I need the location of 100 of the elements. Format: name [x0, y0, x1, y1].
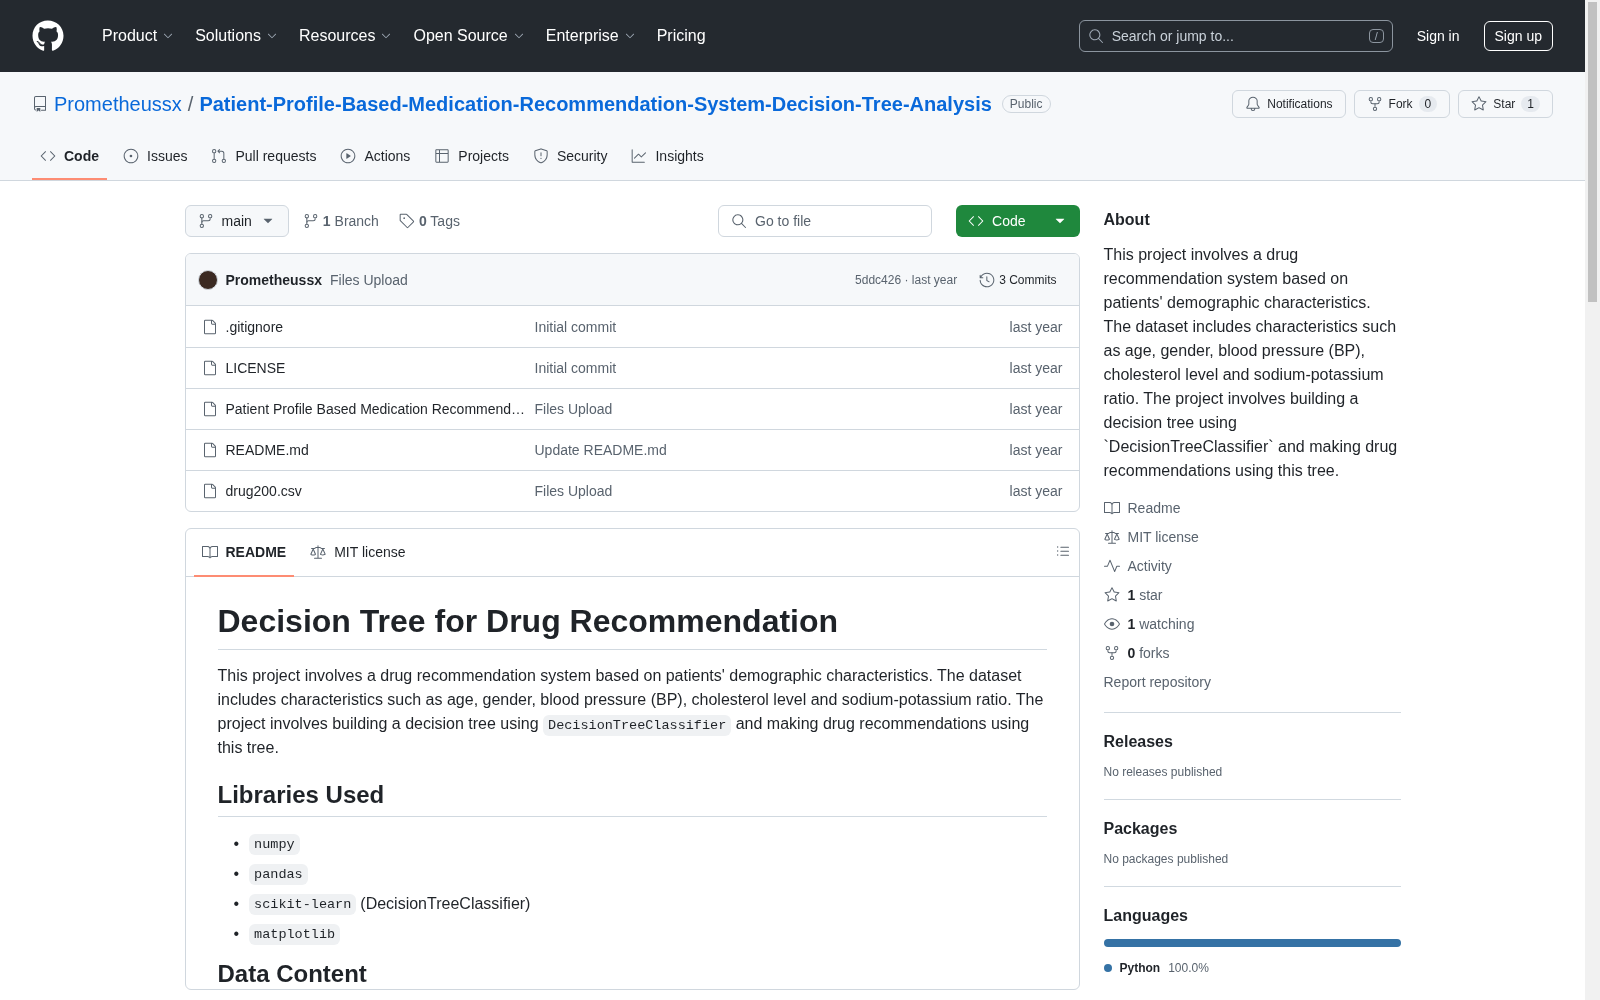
file-icon — [201, 442, 218, 458]
book-icon — [201, 543, 218, 560]
commit-message[interactable]: Initial commit — [534, 360, 617, 376]
commit-message[interactable]: Files Upload — [534, 483, 613, 499]
branch-icon — [302, 213, 319, 229]
sidebar-link[interactable]: Activity — [1103, 555, 1401, 576]
readme-heading: Data Content — [217, 959, 368, 990]
search-field[interactable]: Search or jump to... / — [1078, 20, 1393, 52]
readme-heading: Libraries Used — [217, 780, 1047, 818]
commit-message[interactable]: Initial commit — [534, 318, 617, 335]
search-icon — [731, 213, 748, 229]
about-description: This project involves a drug recommendation system based on patients' demographic characteristics. The dataset includes characteristics such as age, gender, blood pressure (BP), cholesterol level and sodium-potassium ratio. The project involves building a decision tree using `DecisionTreeClassifier` and making drug recommendations using this tree. — [1103, 245, 1399, 481]
code-icon — [40, 148, 56, 164]
readme-tab[interactable]: MIT license — [302, 528, 414, 577]
language-name[interactable]: Python — [1119, 961, 1161, 975]
readme-paragraph: This project involves a drug recommendation system based on patients' demographic characteristics. The dataset includes characteristics such as age, gender, blood pressure (BP), cholesterol level and sodium-potassium ratio. The project involves building a decision tree using DecisionTreeClassifier and making drug recommendations using this tree. — [217, 666, 1045, 759]
star-icon — [1103, 586, 1120, 603]
repo-action-button[interactable]: Fork 0 — [1353, 90, 1451, 118]
repo-tab[interactable]: Actions — [332, 140, 419, 180]
sidebar-link[interactable]: Readme — [1103, 497, 1401, 518]
pulse-icon — [1103, 557, 1120, 574]
library-item: • matplotlib — [233, 921, 1047, 948]
commit-hash[interactable]: 5ddc426 · last year — [855, 272, 958, 287]
file-time: last year — [1009, 401, 1063, 417]
file-link[interactable]: LICENSE — [201, 360, 527, 376]
tags-link[interactable]: 0 Tags — [392, 213, 466, 229]
sign-in-link[interactable]: Sign in — [1400, 28, 1476, 44]
shield-icon — [532, 148, 549, 164]
file-icon — [201, 318, 218, 335]
repo-action-button[interactable]: Notifications — [1232, 90, 1346, 118]
sidebar-link[interactable]: 0 forks — [1103, 642, 1401, 663]
file-icon — [201, 483, 218, 499]
commit-message[interactable]: Files Upload — [330, 271, 408, 288]
branch-icon — [197, 213, 214, 229]
nav-menu-item[interactable]: Open Source — [407, 27, 532, 45]
bell-icon — [1245, 96, 1262, 112]
file-icon — [201, 360, 218, 376]
commit-message[interactable]: Files Upload — [534, 401, 613, 417]
repo-tab[interactable]: Issues — [115, 140, 196, 180]
repo-tab[interactable]: Projects — [426, 140, 517, 180]
path-separator: / — [187, 92, 194, 116]
repo-name-link[interactable]: Patient-Profile-Based-Medication-Recommendation-System-Decision-Tree-Analysis — [199, 92, 992, 116]
file-link[interactable]: drug200.csv — [201, 483, 527, 499]
nav-menu-item[interactable]: Product — [96, 27, 182, 45]
library-item: • numpy — [233, 831, 1047, 858]
sidebar-link[interactable]: MIT license — [1103, 526, 1401, 547]
file-link[interactable]: Patient Profile Based Medication Recommend… — [201, 401, 527, 417]
repo-tab[interactable]: Security — [524, 140, 616, 180]
sidebar-link[interactable]: 1 watching — [1103, 613, 1401, 634]
scale-icon — [1103, 528, 1120, 545]
scale-icon — [310, 543, 327, 560]
readme-tab[interactable]: README — [193, 528, 295, 577]
file-time: last year — [1009, 442, 1063, 458]
file-time: last year — [1009, 318, 1063, 335]
eye-icon — [1103, 615, 1120, 632]
nav-menu-item[interactable]: Enterprise — [539, 27, 643, 45]
commit-message[interactable]: Update README.md — [534, 442, 667, 458]
section-note: No releases published — [1103, 765, 1224, 779]
commits-link[interactable]: 3 Commits — [973, 271, 1063, 288]
star-icon — [1471, 96, 1488, 112]
language-percent: 100.0% — [1168, 961, 1209, 975]
history-icon — [979, 271, 996, 288]
avatar — [197, 269, 218, 290]
repo-icon — [32, 96, 48, 112]
repo-tab[interactable]: Code — [32, 140, 107, 180]
file-link[interactable]: .gitignore — [201, 318, 527, 335]
library-item: • pandas — [233, 861, 1047, 888]
commit-author[interactable]: Prometheussx — [225, 271, 322, 288]
pull-request-icon — [211, 148, 228, 164]
repo-action-button[interactable]: Star 1 — [1458, 90, 1553, 118]
nav-menu-item[interactable]: Resources — [292, 27, 400, 45]
sidebar-link[interactable]: 1 star — [1103, 584, 1401, 605]
repo-tab[interactable]: Insights — [623, 140, 712, 180]
play-icon — [340, 148, 357, 164]
repo-tab[interactable]: Pull requests — [203, 140, 325, 180]
section-heading: Packages — [1103, 820, 1179, 838]
branch-button[interactable]: main — [184, 205, 289, 237]
go-to-file-field[interactable]: Go to file — [718, 205, 933, 237]
sign-up-button[interactable]: Sign up — [1483, 21, 1553, 51]
section-heading: Languages — [1103, 907, 1189, 925]
file-link[interactable]: README.md — [201, 442, 527, 458]
issue-icon — [123, 148, 139, 164]
file-time: last year — [1009, 360, 1063, 376]
nav-menu-item[interactable]: Pricing — [650, 27, 712, 45]
report-link[interactable]: Report repository — [1103, 671, 1401, 692]
file-time: last year — [1009, 483, 1063, 499]
section-note: No packages published — [1103, 852, 1230, 866]
github-logo-icon — [32, 20, 64, 52]
scrollbar[interactable] — [1588, 2, 1597, 302]
fork-icon — [1103, 644, 1120, 661]
section-heading: About — [1103, 211, 1151, 229]
branches-link[interactable]: 1 Branch — [296, 213, 385, 229]
nav-menu-item[interactable]: Solutions — [189, 27, 285, 45]
repo-owner-link[interactable]: Prometheussx — [54, 92, 182, 116]
file-icon — [201, 401, 218, 417]
code-button[interactable]: Code — [956, 205, 1080, 237]
table-icon — [434, 148, 451, 164]
code-icon — [968, 213, 985, 229]
search-icon — [1087, 28, 1104, 44]
section-heading: Releases — [1103, 733, 1174, 751]
